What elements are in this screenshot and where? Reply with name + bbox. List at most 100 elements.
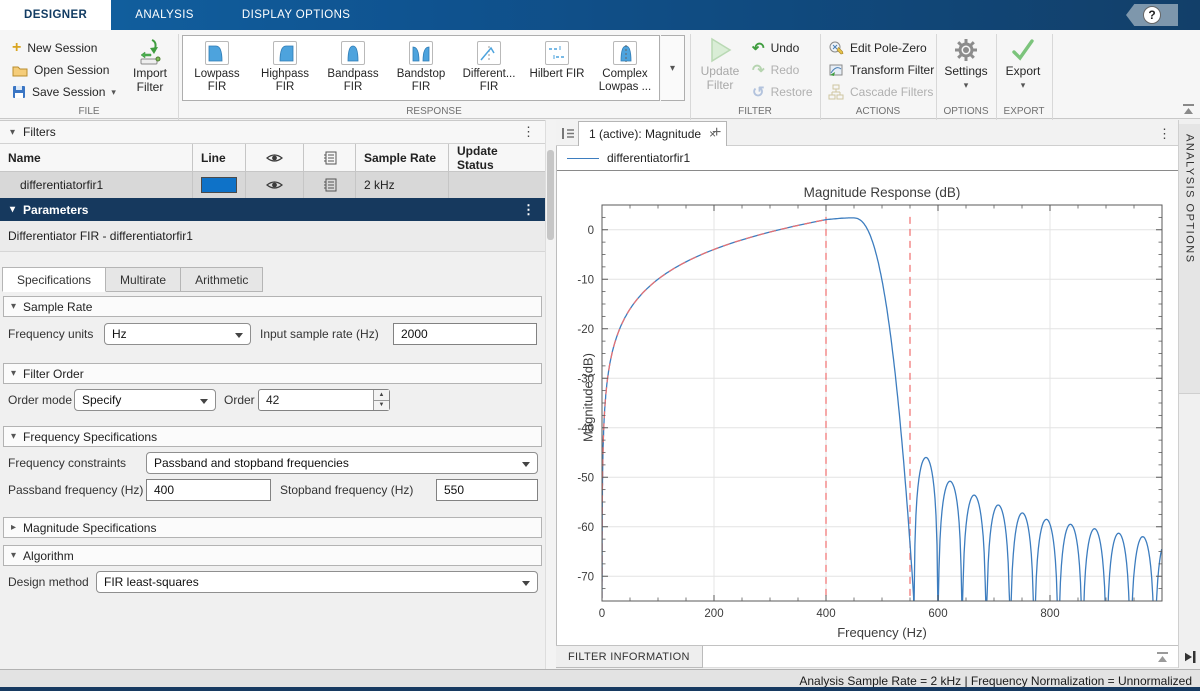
pole-zero-icon [828, 40, 844, 56]
bandpass-fir-button[interactable]: BandpassFIR [319, 36, 387, 100]
magnitude-specifications-section-header[interactable]: ▸ Magnitude Specifications [3, 517, 542, 538]
help-chip: ? [1126, 4, 1178, 26]
complex-lowpass-icon [613, 41, 637, 65]
new-session-button[interactable]: + New Session [12, 38, 97, 58]
frequency-units-label: Frequency units [8, 323, 93, 345]
svg-text:-20: -20 [577, 324, 594, 336]
line-color-swatch[interactable] [193, 172, 246, 198]
sample-rate-section-header[interactable]: ▾ Sample Rate [3, 296, 542, 317]
stepper-down-icon[interactable]: ▼ [374, 401, 389, 411]
svg-text:0: 0 [599, 608, 605, 620]
kebab-menu-icon[interactable]: ⋮ [522, 202, 535, 218]
parameters-tabs: Specifications Multirate Arithmetic [2, 267, 263, 292]
transform-filter-button[interactable]: Transform Filter [828, 60, 934, 80]
folder-icon [12, 64, 28, 77]
complex-lowpass-button[interactable]: ComplexLowpas ... [591, 36, 659, 100]
highpass-fir-button[interactable]: HighpassFIR [251, 36, 319, 100]
parameters-panel-header[interactable]: ▾ Parameters ⋮ [0, 198, 545, 221]
differentiator-fir-button[interactable]: Different...FIR [455, 36, 523, 100]
frequency-units-dropdown[interactable]: Hz [104, 323, 251, 345]
check-icon [1009, 36, 1037, 64]
expand-triangle-icon: ▸ [11, 522, 16, 533]
svg-text:600: 600 [928, 608, 947, 620]
chevron-down-icon: ▾ [964, 78, 969, 92]
lowpass-fir-button[interactable]: LowpassFIR [183, 36, 251, 100]
magnitude-plot-tab[interactable]: 1 (active): Magnitude × [578, 121, 727, 146]
analysis-options-label: ANALYSIS OPTIONS [1184, 134, 1196, 393]
filter-information-tab[interactable]: FILTER INFORMATION [556, 646, 703, 668]
filters-panel-header[interactable]: ▾ Filters ⋮ [0, 121, 545, 144]
left-panel: ▾ Filters ⋮ Name Line Sample Rate Update… [0, 120, 545, 669]
passband-frequency-field[interactable]: 400 [146, 479, 271, 501]
svg-text:0: 0 [588, 225, 594, 237]
differentiator-icon [477, 41, 501, 65]
cascade-filters-button[interactable]: Cascade Filters [828, 82, 933, 102]
response-section-label: RESPONSE [178, 106, 690, 117]
magnitude-response-chart[interactable]: 02004006008000-10-20-30-40-50-60-70 [556, 171, 1178, 645]
restore-button[interactable]: ↺ Restore [752, 82, 813, 102]
row-annotation-icon[interactable] [304, 172, 356, 198]
tab-specifications[interactable]: Specifications [2, 267, 106, 292]
collapse-panel-icon[interactable] [1155, 650, 1170, 664]
stopband-frequency-label: Stopband frequency (Hz) [280, 479, 413, 501]
col-name: Name [0, 144, 193, 171]
visibility-eye-icon[interactable] [246, 172, 304, 198]
tab-designer[interactable]: DESIGNER [0, 0, 111, 30]
save-session-button[interactable]: Save Session ▾ [12, 82, 116, 102]
tab-multirate[interactable]: Multirate [106, 267, 181, 292]
dock-left-icon[interactable] [1183, 650, 1197, 664]
collapse-triangle-icon[interactable]: ▾ [10, 204, 15, 215]
input-sample-rate-field[interactable]: 2000 [393, 323, 537, 345]
document-list-icon[interactable] [561, 127, 575, 140]
frequency-constraints-dropdown[interactable]: Passband and stopband frequencies [146, 452, 538, 474]
frequency-specifications-section-header[interactable]: ▾ Frequency Specifications [3, 426, 542, 447]
ribbon: + New Session Open Session Save Session … [0, 30, 1200, 119]
kebab-menu-icon[interactable]: ⋮ [522, 124, 535, 140]
analysis-options-tab[interactable]: ANALYSIS OPTIONS [1179, 124, 1200, 394]
redo-button[interactable]: ↷ Redo [752, 60, 799, 80]
settings-button[interactable]: Settings ▾ [940, 36, 992, 92]
highpass-icon [273, 41, 297, 65]
undo-button[interactable]: ↶ Undo [752, 38, 799, 58]
help-icon[interactable]: ? [1143, 6, 1161, 24]
annotation-icon [304, 144, 356, 171]
transform-filter-icon [828, 62, 844, 78]
bandstop-icon [409, 41, 433, 65]
open-session-button[interactable]: Open Session [12, 60, 109, 80]
filter-order-section-header[interactable]: ▾ Filter Order [3, 363, 542, 384]
response-curve [602, 218, 1162, 616]
plot-kebab-menu-icon[interactable]: ⋮ [1158, 126, 1171, 142]
svg-text:-70: -70 [577, 571, 594, 583]
order-stepper[interactable]: 42 ▲▼ [258, 389, 390, 411]
chevron-down-icon: ▾ [1021, 78, 1026, 92]
chevron-down-icon[interactable]: ▾ [111, 87, 116, 98]
new-tab-button[interactable]: + [712, 124, 721, 142]
options-section-label: OPTIONS [936, 106, 996, 117]
gallery-expand-button[interactable]: ▾ [661, 35, 685, 101]
col-line: Line [193, 144, 246, 171]
import-filter-button[interactable]: Import Filter [126, 38, 174, 94]
order-mode-dropdown[interactable]: Specify [74, 389, 216, 411]
collapse-triangle-icon[interactable]: ▾ [10, 127, 15, 138]
update-filter-button[interactable]: Update Filter [694, 36, 746, 92]
tab-arithmetic[interactable]: Arithmetic [181, 267, 263, 292]
filter-row[interactable]: differentiatorfir1 2 kHz [0, 172, 545, 199]
stopband-frequency-field[interactable]: 550 [436, 479, 538, 501]
svg-text:-50: -50 [577, 472, 594, 484]
algorithm-section-header[interactable]: ▾ Algorithm [3, 545, 542, 566]
export-button[interactable]: Export ▾ [998, 36, 1048, 92]
order-mode-label: Order mode [8, 389, 72, 411]
legend-line-sample [567, 158, 599, 159]
tab-display-options[interactable]: DISPLAY OPTIONS [218, 0, 374, 30]
row-update-status [449, 172, 545, 198]
design-method-dropdown[interactable]: FIR least-squares [96, 571, 538, 593]
stepper-up-icon[interactable]: ▲ [374, 390, 389, 401]
ribbon-collapse-icon[interactable] [1182, 103, 1195, 116]
hilbert-fir-button[interactable]: Hilbert FIR [523, 36, 591, 100]
filters-table-header: Name Line Sample Rate Update Status [0, 144, 545, 172]
parameters-title: Parameters [23, 203, 88, 217]
left-panel-scrollbar-thumb[interactable] [547, 150, 554, 240]
bandstop-fir-button[interactable]: BandstopFIR [387, 36, 455, 100]
tab-analysis[interactable]: ANALYSIS [111, 0, 218, 30]
edit-pole-zero-button[interactable]: Edit Pole-Zero [828, 38, 927, 58]
